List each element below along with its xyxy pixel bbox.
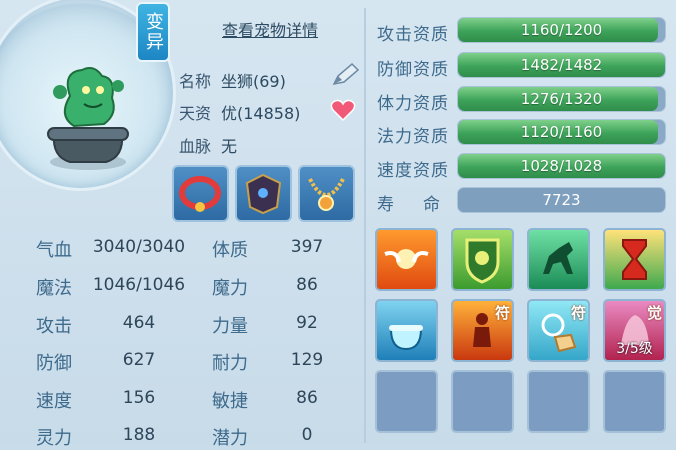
skill-slot-empty[interactable] bbox=[375, 370, 438, 433]
skill-slot-2[interactable] bbox=[451, 228, 514, 291]
skill-slot-7[interactable]: 符 bbox=[527, 299, 590, 362]
life-value: 7723 bbox=[457, 187, 666, 213]
stat-value-agility: 86 bbox=[296, 388, 318, 408]
stat-label-potential: 潜力 bbox=[212, 428, 248, 449]
aptitude-label-speed: 速度资质 bbox=[377, 161, 449, 181]
aptitude-label-defense: 防御资质 bbox=[377, 60, 449, 80]
stat-label-agility: 敏捷 bbox=[212, 391, 248, 412]
skill-level-text: 3/5级 bbox=[616, 341, 653, 357]
talisman-mark: 符 bbox=[494, 304, 510, 322]
stat-label-magic-power: 魔力 bbox=[212, 278, 248, 299]
stat-label-strength: 力量 bbox=[212, 316, 248, 337]
green-horse-skill-icon bbox=[543, 242, 573, 274]
stat-value-attack: 464 bbox=[122, 313, 156, 333]
skill-slot-5[interactable] bbox=[375, 299, 438, 362]
stat-value-magic-power: 86 bbox=[296, 275, 318, 295]
awakening-mark: 觉 bbox=[646, 304, 662, 322]
winged-emblem-skill-icon bbox=[384, 249, 429, 269]
aptitude-value-speed: 1028/1028 bbox=[520, 157, 603, 175]
variant-badge: 变异 bbox=[136, 2, 170, 62]
skill-slot-empty[interactable] bbox=[451, 370, 514, 433]
skill-slot-empty[interactable] bbox=[603, 370, 666, 433]
hourglass-skill-icon bbox=[622, 239, 647, 280]
stat-value-strength: 92 bbox=[296, 313, 318, 333]
pet-lion-on-cauldron-icon bbox=[47, 67, 129, 170]
aptitude-bar-defense: 1482/1482 bbox=[457, 52, 666, 78]
talent-value: 优(14858) bbox=[221, 104, 301, 123]
aptitude-bar-stamina: 1276/1320 bbox=[457, 86, 666, 112]
favorite-heart-icon[interactable] bbox=[330, 98, 356, 122]
stat-label-defense: 防御 bbox=[36, 353, 72, 374]
shield-skill-icon bbox=[465, 238, 500, 284]
skill-slot-1[interactable] bbox=[375, 228, 438, 291]
stat-value-mp: 1046/1046 bbox=[92, 275, 186, 295]
aptitude-label-stamina: 体力资质 bbox=[377, 94, 449, 114]
aptitude-label-mana: 法力资质 bbox=[377, 127, 449, 147]
stat-label-attack: 攻击 bbox=[36, 316, 72, 337]
red-necklace-icon bbox=[179, 176, 221, 212]
bloodline-label: 血脉 bbox=[179, 137, 212, 156]
stat-value-spirit: 188 bbox=[122, 425, 156, 445]
panel-divider bbox=[364, 8, 366, 443]
talent-label: 天资 bbox=[179, 104, 212, 123]
aptitude-bar-attack: 1160/1200 bbox=[457, 17, 666, 43]
stat-label-hp: 气血 bbox=[36, 240, 72, 261]
life-label: 寿 命 bbox=[377, 195, 446, 215]
stat-value-potential: 0 bbox=[301, 425, 313, 445]
stat-label-constitution: 体质 bbox=[212, 240, 248, 261]
aptitude-label-attack: 攻击资质 bbox=[377, 25, 449, 45]
stat-value-hp: 3040/3040 bbox=[92, 237, 186, 257]
view-pet-details-link[interactable]: 查看宠物详情 bbox=[222, 17, 318, 41]
aptitude-value-attack: 1160/1200 bbox=[520, 21, 603, 39]
equipment-slot-red-necklace[interactable] bbox=[172, 165, 229, 222]
skill-slot-6[interactable]: 符 bbox=[451, 299, 514, 362]
gold-necklace-icon bbox=[308, 178, 345, 211]
aptitude-value-stamina: 1276/1320 bbox=[520, 90, 603, 108]
stat-label-mp: 魔法 bbox=[36, 278, 72, 299]
stat-label-speed: 速度 bbox=[36, 391, 72, 412]
equipment-slot-gold-necklace[interactable] bbox=[298, 165, 355, 222]
pet-panel: 变异 查看宠物详情 名称 坐狮(69) 天资 优(14858) 血脉 无 气血 … bbox=[0, 0, 676, 449]
pet-name-value: 坐狮(69) bbox=[221, 72, 286, 91]
stat-value-constitution: 397 bbox=[290, 237, 324, 257]
dark-armor-icon bbox=[245, 173, 282, 215]
aptitude-bar-speed: 1028/1028 bbox=[457, 153, 666, 179]
cauldron-skill-icon bbox=[389, 325, 423, 351]
bloodline-value: 无 bbox=[221, 137, 238, 156]
skill-slot-8[interactable]: 觉 3/5级 bbox=[603, 299, 666, 362]
stat-label-endurance: 耐力 bbox=[212, 353, 248, 374]
skill-slot-4[interactable] bbox=[603, 228, 666, 291]
stat-value-defense: 627 bbox=[122, 350, 156, 370]
edit-name-pencil-icon[interactable] bbox=[330, 62, 360, 88]
aptitude-bar-mana: 1120/1160 bbox=[457, 119, 666, 145]
talisman-mark: 符 bbox=[570, 304, 586, 322]
stat-label-spirit: 灵力 bbox=[36, 428, 72, 449]
name-label: 名称 bbox=[179, 72, 212, 91]
equipment-slot-dark-armor[interactable] bbox=[235, 165, 292, 222]
aptitude-value-defense: 1482/1482 bbox=[520, 56, 603, 74]
aptitude-value-mana: 1120/1160 bbox=[520, 123, 603, 141]
skill-slot-empty[interactable] bbox=[527, 370, 590, 433]
stat-value-endurance: 129 bbox=[290, 350, 324, 370]
stat-value-speed: 156 bbox=[122, 388, 156, 408]
skill-slot-3[interactable] bbox=[527, 228, 590, 291]
